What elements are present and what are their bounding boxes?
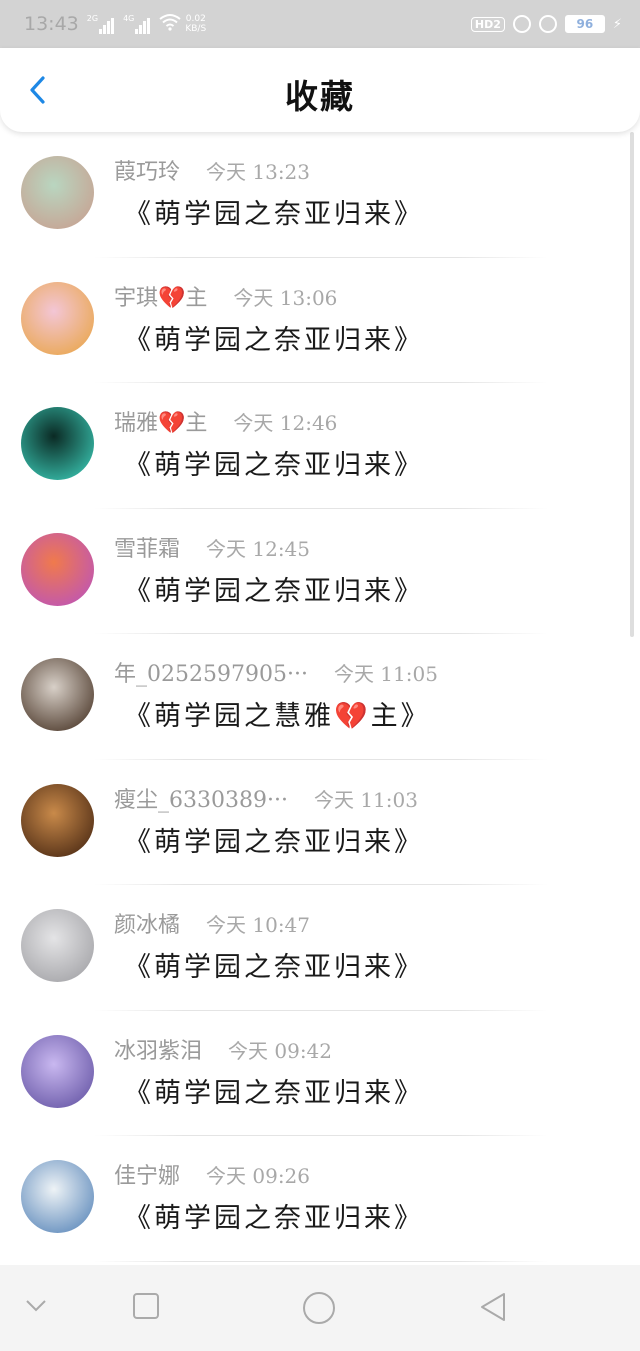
item-header: 冰羽紫泪 今天 09:42 (114, 1033, 332, 1065)
item-message: 《萌学园之奈亚归来》 (124, 1077, 424, 1109)
item-time: 今天 13:06 (233, 285, 338, 310)
list-item[interactable]: 雪菲霜 今天 12:45 《萌学园之奈亚归来》 (0, 509, 640, 634)
back-icon (481, 1293, 505, 1321)
nav-home-button[interactable] (302, 1291, 336, 1329)
item-message: 《萌学园之奈亚归来》 (124, 1203, 424, 1234)
avatar[interactable] (21, 407, 94, 480)
avatar[interactable] (21, 783, 94, 857)
item-time: 今天 12:46 (233, 411, 338, 435)
item-name: 佳宁娜 (114, 1164, 181, 1189)
item-header: 宇琪💔主 今天 13:06 (114, 280, 337, 312)
network-speed: 0.02 KB/S (185, 14, 206, 34)
hd-icon: HD2 (470, 16, 505, 32)
battery-icon: 96 (564, 15, 605, 33)
list-item[interactable]: 颜冰橘 今天 10:47 《萌学园之奈亚归来》 (0, 885, 640, 1011)
list-item[interactable]: 瘦尘_6330389··· 今天 11:03 《萌学园之奈亚归来》 (0, 760, 640, 885)
item-name: 宇琪💔主 (114, 285, 208, 311)
item-name: 冰羽紫泪 (114, 1038, 203, 1064)
item-header: 年_0252597905··· 今天 11:05 (114, 656, 438, 688)
list-item[interactable]: 年_0252597905··· 今天 11:05 《萌学园之慧雅💔主》 (0, 634, 640, 760)
lock-icon (512, 15, 531, 33)
favorites-list: 葭巧玲 今天 13:23 《萌学园之奈亚归来》 宇琪💔主 今天 13:06 《萌学园之奈亚… (0, 132, 640, 1262)
avatar[interactable] (21, 658, 94, 731)
item-header: 瑞雅💔主 今天 12:46 (114, 405, 337, 437)
item-message: 《萌学园之奈亚归来》 (124, 450, 424, 481)
signal-icon: 2G (87, 14, 115, 34)
item-header: 佳宁娜 今天 09:26 (114, 1158, 310, 1190)
wifi-icon (159, 13, 181, 36)
list-item[interactable]: 葭巧玲 今天 13:23 《萌学园之奈亚归来》 (0, 132, 640, 258)
item-header: 雪菲霜 今天 12:45 (114, 531, 310, 563)
item-name: 瑞雅💔主 (114, 411, 208, 436)
nav-back-button[interactable] (478, 1291, 510, 1327)
item-header: 葭巧玲 今天 13:23 (114, 154, 310, 186)
item-time: 今天 10:47 (206, 913, 311, 937)
scrollbar[interactable] (630, 132, 634, 637)
signal1-label: 2G (86, 14, 99, 23)
status-time: 13:43 (24, 13, 79, 35)
list-item[interactable]: 宇琪💔主 今天 13:06 《萌学园之奈亚归来》 (0, 258, 640, 383)
item-header: 瘦尘_6330389··· 今天 11:03 (114, 782, 418, 814)
charging-icon: ⚡ (612, 16, 622, 32)
item-time: 今天 11:03 (313, 787, 418, 812)
item-time: 今天 09:26 (206, 1164, 311, 1188)
avatar[interactable] (21, 156, 94, 229)
battery-level: 96 (576, 17, 594, 31)
nav-collapse-button[interactable] (22, 1291, 50, 1323)
item-message: 《萌学园之奈亚归来》 (124, 826, 424, 858)
item-name: 颜冰橘 (114, 913, 181, 938)
speed-value: 0.02 (185, 14, 206, 24)
item-time: 今天 09:42 (228, 1038, 333, 1063)
status-bar: 13:43 2G 4G 0.02 KB/S HD2 96 ⚡ (0, 0, 640, 48)
item-message: 《萌学园之奈亚归来》 (124, 199, 424, 230)
list-item[interactable]: 冰羽紫泪 今天 09:42 《萌学园之奈亚归来》 (0, 1011, 640, 1136)
speed-unit: KB/S (185, 24, 207, 34)
recent-apps-icon (133, 1293, 159, 1319)
avatar[interactable] (21, 1034, 94, 1108)
item-message: 《萌学园之奈亚归来》 (124, 952, 424, 983)
list-item[interactable]: 瑞雅💔主 今天 12:46 《萌学园之奈亚归来》 (0, 383, 640, 509)
item-message: 《萌学园之奈亚归来》 (124, 575, 424, 607)
nav-recent-button[interactable] (131, 1291, 161, 1325)
avatar[interactable] (21, 909, 94, 982)
item-name: 瘦尘_6330389··· (114, 787, 288, 813)
chevron-down-icon (26, 1300, 46, 1312)
divider (94, 1260, 548, 1262)
avatar[interactable] (21, 532, 94, 606)
item-time: 今天 12:45 (206, 536, 311, 561)
home-icon (303, 1292, 335, 1324)
item-time: 今天 13:23 (206, 160, 311, 184)
item-header: 颜冰橘 今天 10:47 (114, 907, 310, 939)
avatar[interactable] (21, 1160, 94, 1233)
item-message: 《萌学园之慧雅💔主》 (124, 701, 431, 732)
item-name: 年_0252597905··· (114, 662, 308, 687)
item-message: 《萌学园之奈亚归来》 (124, 324, 424, 356)
navigation-bar (0, 1265, 640, 1351)
signal-icon-2: 4G (123, 14, 151, 34)
page-title: 收藏 (285, 77, 355, 116)
signal2-label: 4G (123, 14, 135, 23)
item-name: 葭巧玲 (114, 160, 181, 185)
avatar[interactable] (21, 281, 94, 355)
list-item[interactable]: 佳宁娜 今天 09:26 《萌学园之奈亚归来》 (0, 1136, 640, 1262)
app-header: 收藏 (0, 48, 640, 132)
item-name: 雪菲霜 (114, 536, 181, 562)
item-time: 今天 11:05 (333, 662, 438, 686)
alarm-icon (538, 15, 557, 33)
